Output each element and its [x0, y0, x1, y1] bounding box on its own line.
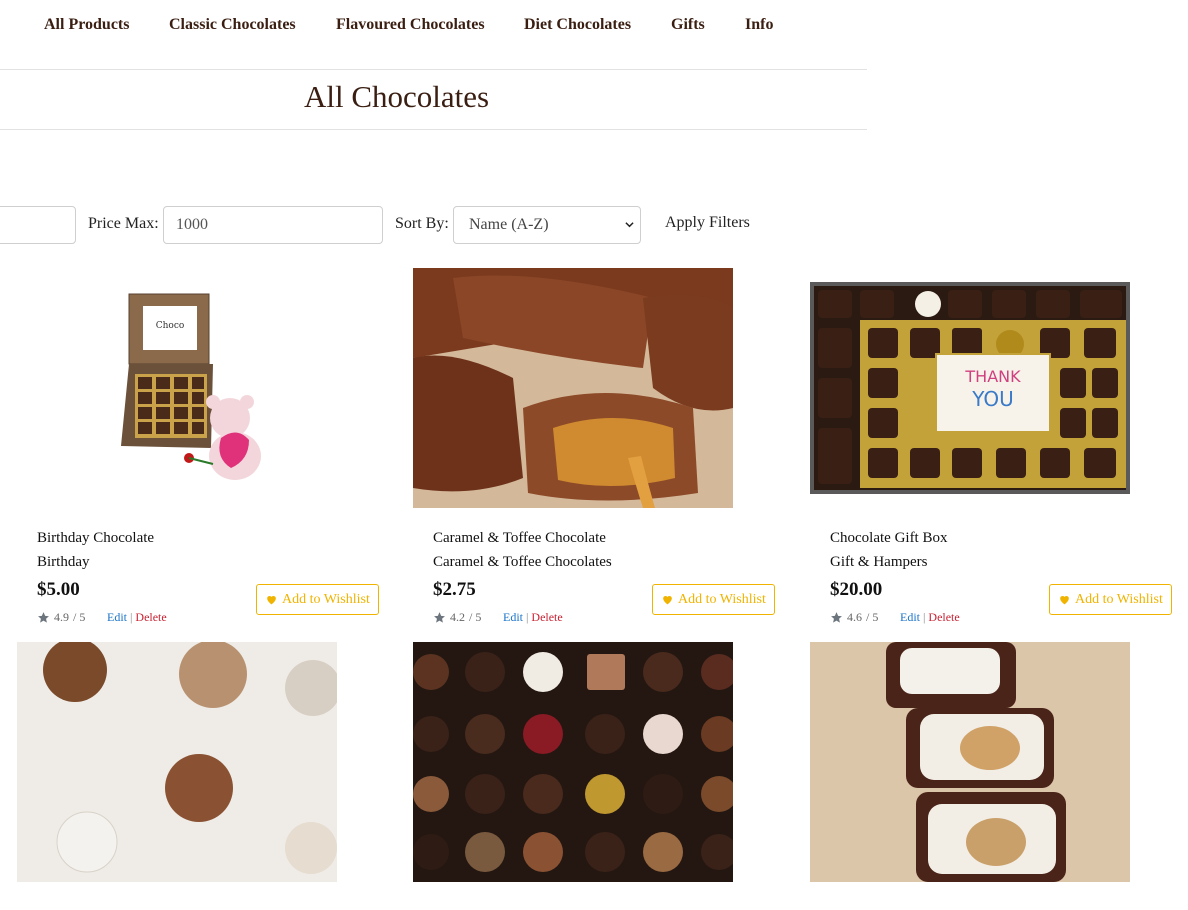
- heart-icon: [663, 595, 672, 605]
- star-icon: [831, 612, 842, 623]
- product-card: Choco Birthday Chocolate Birthday $5.00 …: [17, 268, 379, 638]
- wishlist-label: Add to Wishlist: [1075, 591, 1163, 607]
- action-separator: |: [923, 610, 926, 624]
- product-card: [413, 642, 733, 910]
- product-image[interactable]: Choco: [17, 268, 337, 508]
- product-price: $5.00: [37, 579, 80, 600]
- product-actions: Edit | Delete: [503, 610, 563, 625]
- svg-text:THANK: THANK: [964, 367, 1021, 386]
- product-rating: 4.6 / 5: [830, 610, 878, 625]
- nav-diet-chocolates[interactable]: Diet Chocolates: [524, 16, 631, 34]
- product-image[interactable]: [810, 642, 1130, 882]
- product-card: [810, 642, 1130, 910]
- product-price: $20.00: [830, 579, 883, 600]
- product-rating: 4.9 / 5: [37, 610, 85, 625]
- add-to-wishlist-button[interactable]: Add to Wishlist: [1049, 584, 1172, 615]
- product-image[interactable]: THANK YOU: [810, 268, 1130, 508]
- sort-label: Sort By:: [395, 215, 449, 232]
- svg-text:YOU: YOU: [971, 387, 1014, 411]
- product-image[interactable]: [17, 642, 337, 882]
- nav-gifts[interactable]: Gifts: [671, 16, 705, 34]
- edit-link[interactable]: Edit: [503, 610, 523, 624]
- product-category: Birthday: [37, 554, 90, 570]
- svg-text:Choco: Choco: [156, 321, 185, 331]
- rating-scale: / 5: [866, 610, 879, 624]
- product-card: THANK YOU Chocolate Gift Box Gift & Hamp…: [810, 268, 1172, 638]
- sort-selected-value: Name (A-Z): [469, 216, 549, 233]
- nav-classic-chocolates[interactable]: Classic Chocolates: [169, 16, 296, 34]
- product-actions: Edit | Delete: [107, 610, 167, 625]
- nav-info[interactable]: Info: [745, 16, 773, 34]
- rating-value: 4.9: [54, 610, 69, 624]
- apply-filters-button[interactable]: Apply Filters: [665, 214, 750, 232]
- wishlist-label: Add to Wishlist: [678, 591, 766, 607]
- sort-select[interactable]: Name (A-Z): [453, 206, 641, 244]
- edit-link[interactable]: Edit: [107, 610, 127, 624]
- add-to-wishlist-button[interactable]: Add to Wishlist: [256, 584, 379, 615]
- product-name: Caramel & Toffee Chocolate: [433, 530, 606, 546]
- delete-link[interactable]: Delete: [928, 610, 959, 624]
- product-actions: Edit | Delete: [900, 610, 960, 625]
- star-icon: [434, 612, 445, 623]
- edit-link[interactable]: Edit: [900, 610, 920, 624]
- product-name: Chocolate Gift Box: [830, 530, 948, 546]
- heart-icon: [1060, 595, 1069, 605]
- nav-all-products[interactable]: All Products: [44, 16, 129, 34]
- product-image[interactable]: [413, 642, 733, 882]
- product-category: Gift & Hampers: [830, 554, 928, 570]
- delete-link[interactable]: Delete: [531, 610, 562, 624]
- chevron-down-icon: [625, 222, 634, 228]
- product-card: Caramel & Toffee Chocolate Caramel & Tof…: [413, 268, 775, 638]
- product-price: $2.75: [433, 579, 476, 600]
- price-max-input[interactable]: 1000: [163, 206, 383, 244]
- price-min-input[interactable]: [0, 206, 76, 244]
- action-separator: |: [526, 610, 529, 624]
- page-header: All Chocolates: [0, 70, 867, 130]
- delete-link[interactable]: Delete: [135, 610, 166, 624]
- wishlist-label: Add to Wishlist: [282, 591, 370, 607]
- rating-scale: / 5: [73, 610, 86, 624]
- rating-scale: / 5: [469, 610, 482, 624]
- product-card: [17, 642, 337, 910]
- product-category: Caramel & Toffee Chocolates: [433, 554, 612, 570]
- nav-flavoured-chocolates[interactable]: Flavoured Chocolates: [336, 16, 485, 34]
- rating-value: 4.2: [450, 610, 465, 624]
- product-rating: 4.2 / 5: [433, 610, 481, 625]
- heart-icon: [267, 595, 276, 605]
- top-navigation: All Products Classic Chocolates Flavoure…: [0, 0, 867, 70]
- page-title: All Chocolates: [304, 79, 490, 114]
- price-max-label: Price Max:: [88, 215, 159, 232]
- product-name: Birthday Chocolate: [37, 530, 155, 546]
- star-icon: [38, 612, 49, 623]
- action-separator: |: [130, 610, 133, 624]
- add-to-wishlist-button[interactable]: Add to Wishlist: [652, 584, 775, 615]
- product-image[interactable]: [413, 268, 733, 508]
- rating-value: 4.6: [847, 610, 862, 624]
